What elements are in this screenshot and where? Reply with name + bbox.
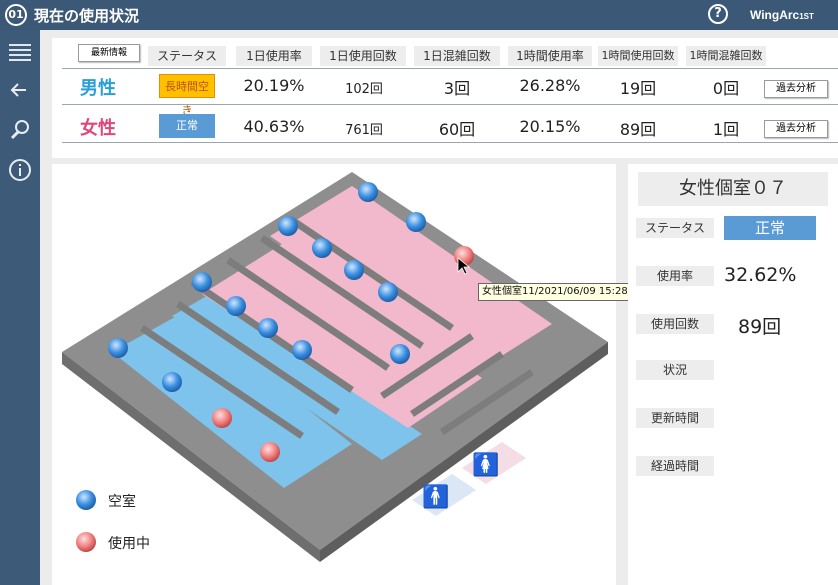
men-label: 男性 [80,78,116,99]
men-status-badge: 長時間空き [159,74,215,117]
men-past-analysis-button[interactable]: 過去分析 [764,80,828,98]
menu-icon[interactable] [6,38,34,66]
header-day-crowd: 1日混雑回数 [414,46,500,66]
screen-number-badge: 01 [5,4,27,26]
stall-vacant-icon[interactable] [192,272,212,292]
usage-count-label: 使用回数 [636,314,714,334]
sidebar [0,30,40,585]
legend-vacant-label: 空室 [108,494,136,510]
men-day-count: 102回 [345,82,383,97]
info-icon[interactable] [6,156,34,184]
header-hour-crowd: 1時間混雑回数 [686,46,766,66]
women-day-crowd: 60回 [438,120,476,139]
header-status: ステータス [148,46,226,66]
stall-vacant-icon[interactable] [292,340,312,360]
brand-logo: WingArc1ST [750,8,814,22]
men-figure-icon: 🚹 [422,484,449,510]
header-day-count: 1日使用回数 [320,46,406,66]
stall-vacant-icon[interactable] [406,212,426,232]
usage-count-value: 89回 [738,316,782,338]
stall-vacant-icon[interactable] [258,318,278,338]
stall-vacant-icon[interactable] [390,344,410,364]
men-day-crowd: 3回 [443,79,471,98]
stats-panel: 最新情報 ステータス 1日使用率 1日使用回数 1日混雑回数 1時間使用率 1時… [52,38,838,158]
updated-time-label: 更新時間 [636,408,714,428]
latest-info-button[interactable]: 最新情報 [78,44,140,62]
condition-label: 状況 [636,360,714,380]
divider [62,142,838,143]
search-icon[interactable] [6,116,34,144]
header-hour-rate: 1時間使用率 [508,46,592,66]
header-hour-count: 1時間使用回数 [598,46,678,66]
legend-in-use-label: 使用中 [108,536,150,552]
women-day-count: 761回 [345,123,383,138]
men-day-rate: 20.19% [243,76,305,95]
women-label: 女性 [80,118,116,139]
women-hour-count: 89回 [619,120,657,139]
women-day-rate: 40.63% [243,117,305,136]
women-hour-crowd: 1回 [712,120,740,139]
stall-vacant-icon[interactable] [378,282,398,302]
stall-vacant-icon[interactable] [162,372,182,392]
status-label: ステータス [636,218,714,238]
men-hour-count: 19回 [619,79,657,98]
divider [62,68,838,69]
stall-vacant-icon[interactable] [226,296,246,316]
back-arrow-icon[interactable] [6,76,34,104]
stall-in-use-icon[interactable] [212,408,232,428]
men-hour-rate: 26.28% [519,76,581,95]
help-icon[interactable]: ? [708,4,728,24]
legend-in-use-icon [76,532,96,552]
status-value: 正常 [724,216,816,240]
page-title: 現在の使用状況 [34,7,140,25]
isometric-restroom-map: 🚹 🚺 [62,172,608,562]
usage-rate-label: 使用率 [636,266,714,286]
stall-vacant-icon[interactable] [108,338,128,358]
legend-vacant-icon [76,490,96,510]
stall-name: 女性個室０７ [638,172,828,206]
women-hour-rate: 20.15% [519,117,581,136]
stall-in-use-icon[interactable] [260,442,280,462]
stall-detail-panel: 女性個室０７ ステータス 正常 使用率 32.62% 使用回数 89回 状況 更… [628,164,838,585]
women-figure-icon: 🚺 [472,452,499,478]
men-hour-crowd: 0回 [712,79,740,98]
elapsed-time-label: 経過時間 [636,456,714,476]
floor-map: 🚹 🚺 空室 使用中 [52,164,616,585]
women-past-analysis-button[interactable]: 過去分析 [764,120,828,138]
stall-vacant-icon[interactable] [344,260,364,280]
title-bar: 01 現在の使用状況 ? WingArc1ST [0,0,838,30]
stall-vacant-icon[interactable] [278,216,298,236]
women-status-badge: 正常 [159,114,215,138]
divider [62,104,838,105]
stall-vacant-icon[interactable] [358,182,378,202]
header-day-rate: 1日使用率 [236,46,312,66]
usage-rate-value: 32.62% [724,264,797,286]
stall-vacant-icon[interactable] [312,238,332,258]
